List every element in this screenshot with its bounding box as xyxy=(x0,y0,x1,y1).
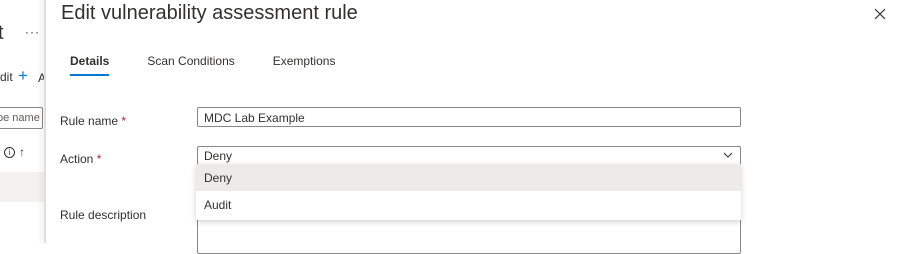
table-row[interactable] xyxy=(0,172,45,202)
tab-details[interactable]: Details xyxy=(61,52,118,76)
search-input[interactable]: pe name xyxy=(0,107,43,129)
info-icon: i xyxy=(4,147,15,158)
rule-description-field[interactable] xyxy=(197,214,741,254)
action-selected-value: Deny xyxy=(204,149,233,163)
more-options-icon[interactable]: ··· xyxy=(25,25,40,39)
sort-arrow-icon[interactable]: ↑ xyxy=(19,145,25,159)
rule-description-label: Rule description xyxy=(60,208,147,222)
action-label: Action * xyxy=(60,152,102,166)
action-options-list: Deny Audit xyxy=(196,164,741,220)
option-audit[interactable]: Audit xyxy=(196,191,741,218)
background-blade: t ··· dit + A pe name i ↑ xyxy=(0,0,45,243)
page-title: Edit vulnerability assessment rule xyxy=(61,2,358,24)
rule-name-label: Rule name * xyxy=(60,114,127,128)
rule-name-field[interactable]: MDC Lab Example xyxy=(197,107,741,127)
edit-rule-panel: Edit vulnerability assessment rule Detai… xyxy=(46,0,903,254)
plus-icon[interactable]: + xyxy=(18,66,28,86)
edit-button[interactable]: dit xyxy=(0,70,13,84)
tab-scan-conditions[interactable]: Scan Conditions xyxy=(138,52,243,76)
close-icon[interactable] xyxy=(870,4,890,24)
required-marker: * xyxy=(96,152,102,166)
tab-bar: Details Scan Conditions Exemptions xyxy=(61,52,364,76)
option-deny[interactable]: Deny xyxy=(196,164,741,191)
required-marker: * xyxy=(121,114,127,128)
action-dropdown[interactable]: Deny xyxy=(197,146,741,165)
chevron-down-icon xyxy=(723,152,733,158)
background-title: t xyxy=(0,22,4,44)
tab-exemptions[interactable]: Exemptions xyxy=(264,52,345,76)
